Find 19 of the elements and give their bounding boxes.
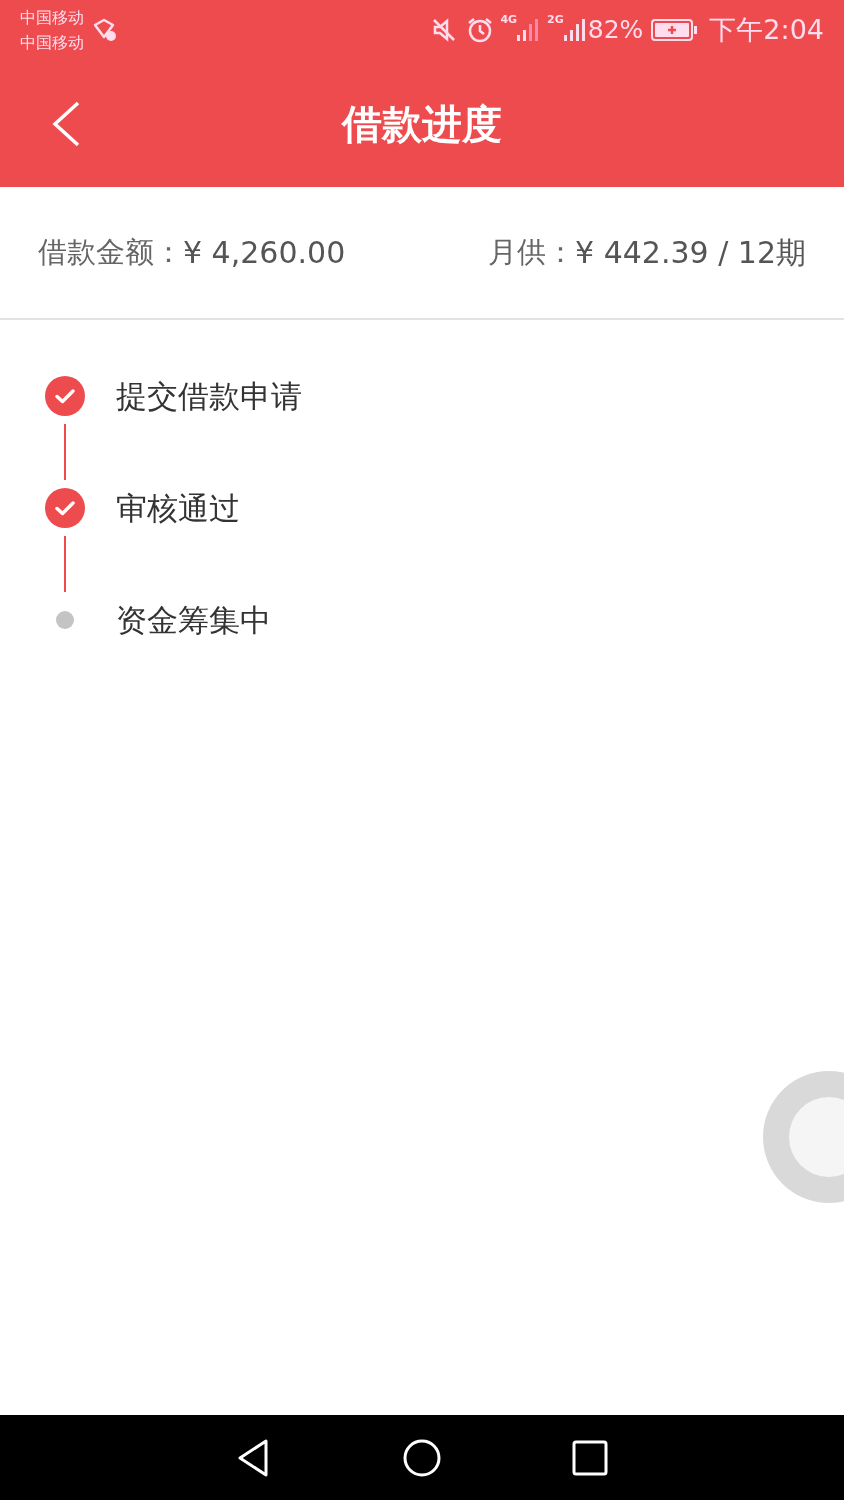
- battery-icon: [651, 18, 700, 42]
- carrier-name: 中国移动: [20, 32, 84, 54]
- network-label: 4G: [500, 12, 518, 28]
- clock-time: 下午2:04: [709, 12, 824, 47]
- step-label: 资金筹集中: [116, 600, 271, 640]
- home-nav-button[interactable]: [402, 1437, 442, 1478]
- amount-label: 借款金额：: [38, 233, 183, 271]
- monthly-value: ¥ 442.39 / 12期: [575, 234, 806, 272]
- amount-value: ¥ 4,260.00: [183, 234, 346, 272]
- back-icon: [51, 100, 81, 147]
- monthly-label: 月供：: [488, 233, 576, 271]
- signal-icon: [517, 17, 540, 43]
- network-label: 2G: [547, 12, 564, 28]
- carrier-name: 中国移动: [20, 7, 84, 29]
- step-label: 审核通过: [116, 488, 240, 528]
- step-label: 提交借款申请: [116, 376, 302, 416]
- signal-icon: [563, 17, 586, 43]
- battery-percent: 82%: [587, 14, 644, 47]
- page-title: 借款进度: [342, 99, 502, 149]
